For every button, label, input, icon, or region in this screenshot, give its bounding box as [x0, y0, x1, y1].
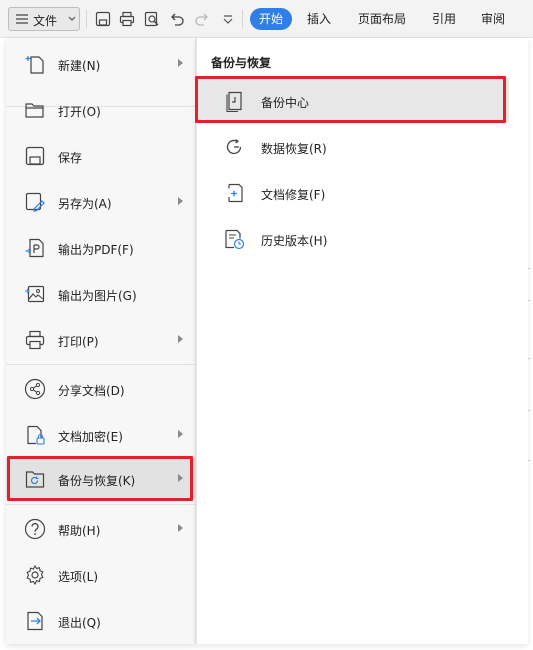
- submenu-arrow-icon: [178, 59, 183, 67]
- print-icon[interactable]: [118, 10, 136, 28]
- submenu-item-label: 数据恢复(R): [261, 142, 327, 156]
- menu-item-save-as[interactable]: 另存为(A): [6, 181, 196, 221]
- menu-item-export-pdf[interactable]: 输出为PDF(F): [6, 227, 196, 267]
- save-as-icon: [25, 192, 45, 212]
- submenu-item-label: 文档修复(F): [261, 188, 326, 202]
- toolbar-separator: [86, 10, 87, 28]
- menu-item-encrypt[interactable]: 文档加密(E): [6, 414, 196, 454]
- submenu-item-data-recovery[interactable]: 数据恢复(R): [197, 124, 509, 168]
- folder-open-icon: [25, 103, 44, 118]
- menu-item-new[interactable]: 新建(N): [6, 43, 196, 83]
- backup-restore-icon: [25, 471, 45, 488]
- submenu-item-history-version[interactable]: 历史版本(H): [197, 216, 509, 260]
- submenu-arrow-icon: [178, 335, 183, 343]
- file-menu-button[interactable]: 文件: [8, 7, 80, 31]
- submenu-item-label: 备份中心: [261, 96, 310, 110]
- menu-item-export-image[interactable]: 输出为图片(G): [6, 273, 196, 313]
- chevron-down-icon: [68, 16, 76, 21]
- menu-item-share[interactable]: 分享文档(D): [6, 368, 196, 408]
- help-icon: [24, 518, 46, 540]
- submenu-item-label: 历史版本(H): [261, 234, 328, 248]
- menu-item-label: 退出(Q): [58, 616, 101, 630]
- share-icon: [24, 378, 46, 400]
- tab-page-layout[interactable]: 页面布局: [358, 10, 406, 27]
- menu-item-help[interactable]: 帮助(H): [6, 508, 196, 548]
- tab-insert[interactable]: 插入: [307, 10, 331, 27]
- encrypt-icon: [27, 425, 45, 445]
- tab-references[interactable]: 引用: [432, 10, 456, 27]
- export-pdf-icon: [25, 238, 44, 258]
- backup-center-icon: [226, 91, 242, 112]
- file-menu-label: 文件: [33, 14, 58, 28]
- menu-item-label: 另存为(A): [58, 197, 112, 211]
- submenu-arrow-icon: [178, 524, 183, 532]
- menu-item-label: 保存: [58, 151, 83, 165]
- tab-review[interactable]: 审阅: [481, 10, 505, 27]
- more-icon[interactable]: [219, 10, 237, 28]
- redo-icon[interactable]: [193, 10, 211, 28]
- print-icon: [25, 330, 45, 350]
- menu-item-open[interactable]: 打开(O): [6, 89, 196, 129]
- submenu-arrow-icon: [178, 474, 183, 482]
- data-recovery-icon: [226, 139, 242, 155]
- doc-repair-icon: [228, 183, 243, 203]
- menu-separator: [6, 364, 196, 365]
- menu-item-label: 打印(P): [58, 335, 99, 349]
- toolbar-separator: [242, 10, 243, 28]
- save-icon[interactable]: [94, 10, 112, 28]
- gear-icon: [26, 564, 44, 586]
- menu-item-label: 备份与恢复(K): [58, 474, 136, 488]
- menu-item-exit[interactable]: 退出(Q): [6, 600, 196, 640]
- history-version-icon: [225, 229, 245, 250]
- undo-icon[interactable]: [168, 10, 186, 28]
- menu-item-label: 新建(N): [58, 59, 101, 73]
- save-icon: [25, 146, 45, 166]
- menu-item-options[interactable]: 选项(L): [6, 554, 196, 594]
- menu-icon: [16, 14, 28, 24]
- menu-item-print[interactable]: 打印(P): [6, 319, 196, 359]
- menu-item-save[interactable]: 保存: [6, 135, 196, 175]
- menu-item-label: 打开(O): [58, 105, 101, 119]
- file-menu: 新建(N) 打开(O) 保存 另存为(A) 输出为PDF(F) 输出为图片(G)…: [6, 38, 196, 644]
- submenu-arrow-icon: [178, 197, 183, 205]
- submenu-item-backup-center[interactable]: 备份中心: [197, 78, 509, 122]
- menu-item-label: 文档加密(E): [58, 430, 123, 444]
- menu-item-label: 输出为PDF(F): [58, 243, 134, 257]
- tab-home[interactable]: 开始: [250, 8, 292, 30]
- menu-item-label: 帮助(H): [58, 524, 101, 538]
- submenu-item-doc-repair[interactable]: 文档修复(F): [197, 170, 509, 214]
- export-image-icon: [25, 285, 45, 303]
- print-preview-icon[interactable]: [143, 10, 161, 28]
- submenu-title: 备份与恢复: [211, 56, 272, 70]
- menu-item-label: 分享文档(D): [58, 384, 125, 398]
- menu-separator: [6, 504, 196, 505]
- submenu-arrow-icon: [178, 430, 183, 438]
- menu-item-label: 选项(L): [58, 570, 99, 584]
- new-doc-icon: [25, 56, 44, 74]
- menu-item-label: 输出为图片(G): [58, 289, 137, 303]
- toolbar: 文件 开始 插入 页面布局 引用 审阅: [0, 0, 533, 38]
- menu-item-backup-restore[interactable]: 备份与恢复(K): [6, 458, 196, 498]
- backup-restore-submenu: 备份与恢复 备份中心 数据恢复(R) 文档修复(F) 历史版本(H): [196, 38, 528, 644]
- exit-icon: [27, 611, 43, 631]
